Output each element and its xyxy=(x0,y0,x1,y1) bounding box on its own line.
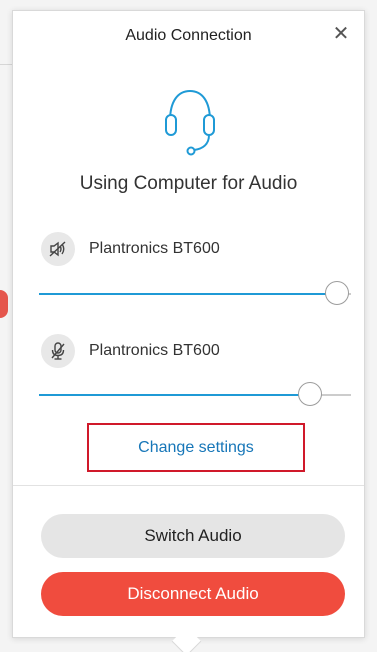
slider-fill xyxy=(39,394,311,396)
dialog-title: Audio Connection xyxy=(125,27,252,44)
audio-connection-popover: Audio Connection ✕ Using Computer for Au… xyxy=(12,10,365,638)
section-divider xyxy=(13,485,364,486)
disconnect-audio-button[interactable]: Disconnect Audio xyxy=(41,572,345,616)
speaker-device-label: Plantronics BT600 xyxy=(89,240,220,257)
slider-fill xyxy=(39,293,337,295)
headset-icon xyxy=(165,89,215,156)
microphone-muted-icon[interactable] xyxy=(41,334,75,368)
switch-audio-button[interactable]: Switch Audio xyxy=(41,514,345,558)
audio-status-text: Using Computer for Audio xyxy=(79,173,298,194)
microphone-volume-slider[interactable] xyxy=(39,380,351,410)
screen: Audio Connection ✕ Using Computer for Au… xyxy=(0,0,377,652)
speaker-muted-icon[interactable] xyxy=(41,232,75,266)
slider-thumb[interactable] xyxy=(298,382,323,406)
change-settings-link[interactable]: Change settings xyxy=(87,423,305,472)
slider-thumb[interactable] xyxy=(325,281,349,305)
close-icon[interactable]: ✕ xyxy=(330,23,352,45)
microphone-device-row: Plantronics BT600 xyxy=(41,333,220,369)
dialog-header: Audio Connection ✕ xyxy=(13,11,364,63)
background-indicator xyxy=(0,290,8,318)
microphone-device-label: Plantronics BT600 xyxy=(89,342,220,359)
speaker-volume-slider[interactable] xyxy=(39,279,351,309)
speaker-device-row: Plantronics BT600 xyxy=(41,231,220,267)
